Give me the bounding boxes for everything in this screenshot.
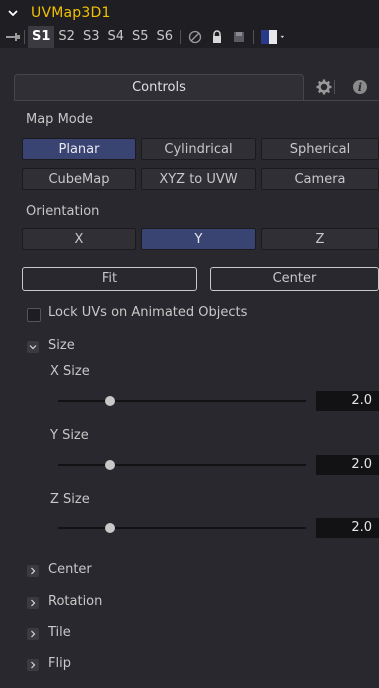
tile-group-label: Tile [48,625,71,640]
map-mode-cylindrical-button[interactable]: Cylindrical [141,138,256,160]
center-group-label: Center [48,562,92,577]
slot-s4[interactable]: S4 [103,26,128,48]
disable-icon[interactable] [188,30,202,44]
color-swatch-icon[interactable] [261,30,278,44]
z-size-label: Z Size [50,492,90,507]
orientation-x-button[interactable]: X [22,228,136,250]
size-group-label: Size [48,338,75,353]
svg-text:i: i [358,81,362,94]
center-group-toggle[interactable] [27,565,39,577]
tab-baseline [14,100,379,101]
orientation-y-button[interactable]: Y [141,228,256,250]
info-icon[interactable]: i [350,78,370,96]
x-size-label: X Size [50,364,90,379]
chevron-right-icon [31,661,36,669]
dropdown-arrow-icon[interactable] [280,30,288,44]
flip-group-label: Flip [48,656,71,671]
chevron-down-icon [29,345,37,350]
chevron-right-icon [31,630,36,638]
x-size-slider-track[interactable] [58,400,306,402]
y-size-label: Y Size [50,428,89,443]
save-icon[interactable] [232,30,246,44]
tab-controls[interactable]: Controls [14,74,304,101]
map-mode-planar-button[interactable]: Planar [22,138,136,160]
slot-s5[interactable]: S5 [128,26,153,48]
map-mode-cubemap-button[interactable]: CubeMap [22,168,136,190]
tool-title: UVMap3D1 [31,5,111,21]
rotation-group-label: Rotation [48,594,103,609]
y-size-slider-handle[interactable] [105,460,116,470]
pin-icon[interactable] [5,31,21,43]
slot-s6[interactable]: S6 [153,26,178,48]
lock-icon[interactable] [210,30,224,44]
orientation-z-button[interactable]: Z [261,228,379,250]
z-size-slider-track[interactable] [58,527,306,529]
lock-uvs-checkbox[interactable] [27,308,41,322]
z-size-value[interactable]: 2.0 [316,518,379,538]
flip-group-toggle[interactable] [27,659,39,671]
y-size-slider-track[interactable] [58,464,306,466]
chevron-right-icon [31,599,36,607]
slot-bar: S1 S2 S3 S4 S5 S6 [0,26,379,48]
fit-button[interactable]: Fit [22,267,197,291]
y-size-value[interactable]: 2.0 [316,455,379,475]
gear-icon[interactable] [314,78,334,96]
separator [253,30,255,44]
slot-s3[interactable]: S3 [79,26,104,48]
map-mode-xyz-to-uvw-button[interactable]: XYZ to UVW [141,168,256,190]
x-size-slider-handle[interactable] [105,396,116,406]
x-size-value[interactable]: 2.0 [316,391,379,411]
tab-divider [334,80,335,94]
slot-s2[interactable]: S2 [54,26,79,48]
slot-s1[interactable]: S1 [28,26,55,48]
separator [24,30,25,44]
tile-group-toggle[interactable] [27,628,39,640]
size-group-toggle[interactable] [27,341,39,353]
orientation-label: Orientation [26,204,100,219]
chevron-right-icon [31,567,36,575]
separator [180,30,182,44]
rotation-group-toggle[interactable] [27,597,39,609]
chevron-down-icon[interactable] [8,8,18,18]
map-mode-camera-button[interactable]: Camera [261,168,379,190]
z-size-slider-handle[interactable] [105,523,116,533]
tool-header[interactable]: UVMap3D1 [0,0,379,26]
map-mode-spherical-button[interactable]: Spherical [261,138,379,160]
map-mode-label: Map Mode [26,112,93,127]
lock-uvs-label: Lock UVs on Animated Objects [48,305,248,320]
center-button[interactable]: Center [210,267,379,291]
